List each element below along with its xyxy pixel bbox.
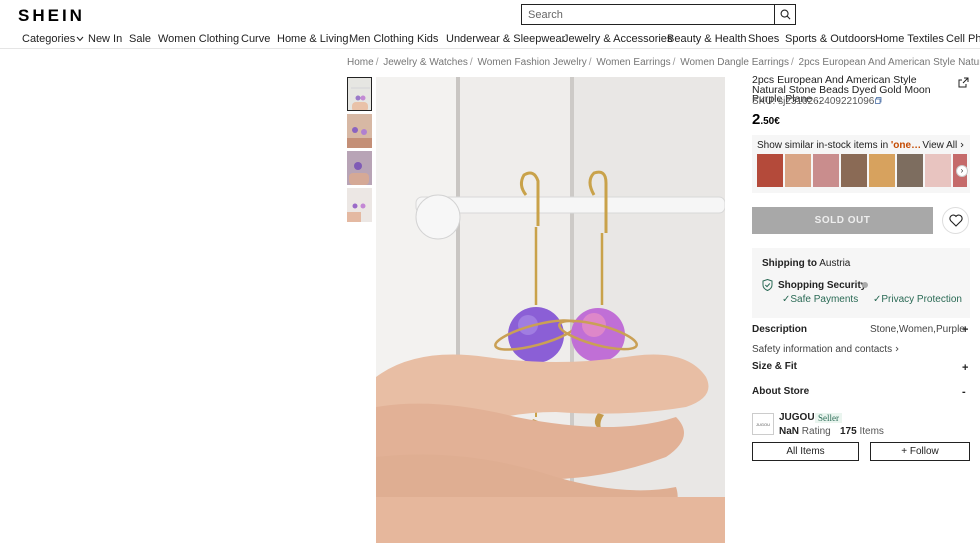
nav-item-curve[interactable]: Curve: [241, 33, 270, 45]
nav-item-sale[interactable]: Sale: [129, 33, 151, 45]
breadcrumb-item[interactable]: Women Fashion Jewelry: [477, 57, 586, 68]
sold-out-button[interactable]: SOLD OUT: [752, 207, 933, 234]
nav-item-cell-phone[interactable]: Cell Pho: [946, 33, 980, 45]
product-price: 2.50€: [752, 111, 780, 128]
similar-items-panel: Show similar in-stock items in 'one… Vie…: [752, 135, 970, 193]
shipping-panel: Shipping to Austria Shopping Security ✓S…: [752, 248, 970, 318]
product-thumbnail[interactable]: [347, 114, 372, 148]
product-main-image[interactable]: [376, 77, 725, 543]
chevron-right-icon[interactable]: ›: [956, 165, 968, 177]
similar-item-thumbnail[interactable]: [869, 154, 895, 187]
nav-item-new-in[interactable]: New In: [88, 33, 122, 45]
wishlist-button[interactable]: [942, 207, 969, 234]
follow-store-button[interactable]: + Follow: [870, 442, 970, 461]
heart-icon: [948, 214, 963, 227]
description-value: Stone,Women,Purple: [870, 324, 965, 335]
search-bar[interactable]: [521, 4, 796, 25]
share-icon[interactable]: [958, 77, 969, 88]
breadcrumb-item[interactable]: Women Earrings: [596, 57, 670, 68]
breadcrumb-item[interactable]: Home: [347, 57, 374, 68]
similar-items-title: Show similar in-stock items in 'one…: [757, 140, 922, 151]
info-icon[interactable]: [862, 282, 868, 288]
security-item: ✓Privacy Protection: [872, 294, 962, 305]
shipping-destination[interactable]: Shipping to Austria: [762, 258, 850, 269]
nav-item-home-living[interactable]: Home & Living: [277, 33, 349, 45]
security-features: ✓Safe Payments ✓Privacy Protection: [782, 294, 974, 305]
chevron-down-icon: [76, 36, 84, 42]
security-item: ✓Safe Payments: [782, 294, 859, 305]
product-thumbnail[interactable]: [347, 151, 372, 185]
nav-item-home-textiles[interactable]: Home Textiles: [875, 33, 944, 45]
similar-item-thumbnail[interactable]: [785, 154, 811, 187]
search-input[interactable]: [522, 5, 774, 24]
similar-item-thumbnail[interactable]: [813, 154, 839, 187]
expand-icon[interactable]: +: [962, 324, 968, 336]
breadcrumb-item[interactable]: Women Dangle Earrings: [680, 57, 789, 68]
nav-item-underwear-sleepwear[interactable]: Underwear & Sleepwear: [446, 33, 565, 45]
nav-item-jewelry-accessories[interactable]: Jewelry & Accessories: [563, 33, 672, 45]
about-store-label[interactable]: About Store: [752, 386, 809, 397]
store-logo[interactable]: JUGOU: [752, 413, 774, 435]
nav-item-kids[interactable]: Kids: [417, 33, 438, 45]
safety-info-link[interactable]: Safety information and contacts: [752, 344, 899, 355]
search-icon: [780, 9, 790, 20]
chevron-right-icon: [960, 142, 964, 148]
breadcrumb: Home / Jewelry & Watches / Women Fashion J…: [347, 57, 980, 68]
nav-item-sports-outdoors[interactable]: Sports & Outdoors: [785, 33, 876, 45]
store-name[interactable]: JUGOU: [779, 412, 815, 423]
nav-item-men-clothing[interactable]: Men Clothing: [349, 33, 414, 45]
shein-logo[interactable]: SHEIN: [18, 6, 85, 26]
shopping-security-title: Shopping Security: [778, 280, 867, 291]
shield-icon: [762, 279, 773, 291]
breadcrumb-current: 2pcs European And American Style Natural…: [798, 57, 980, 68]
top-nav: Categories New In Sale Women Clothing Cu…: [0, 30, 980, 50]
product-sku: SKU: sj2310262409221096: [752, 96, 882, 107]
product-thumbnail[interactable]: [347, 77, 372, 111]
copy-icon[interactable]: [875, 97, 882, 104]
description-label[interactable]: Description: [752, 324, 807, 335]
search-button[interactable]: [774, 5, 795, 24]
collapse-icon[interactable]: -: [962, 386, 966, 398]
store-items-count: 175 Items: [840, 426, 884, 437]
all-items-button[interactable]: All Items: [752, 442, 859, 461]
similar-item-thumbnail[interactable]: [757, 154, 783, 187]
store-rating: NaN Rating: [779, 426, 831, 437]
expand-icon[interactable]: +: [962, 362, 968, 374]
similar-item-thumbnail[interactable]: [897, 154, 923, 187]
chevron-right-icon: [895, 346, 899, 352]
breadcrumb-item[interactable]: Jewelry & Watches: [383, 57, 468, 68]
view-all-link[interactable]: View All: [922, 140, 964, 151]
similar-item-thumbnail[interactable]: [841, 154, 867, 187]
nav-item-shoes[interactable]: Shoes: [748, 33, 779, 45]
nav-item-women-clothing[interactable]: Women Clothing: [158, 33, 239, 45]
product-thumbnail[interactable]: [347, 188, 372, 222]
seller-badge: Seller: [815, 413, 842, 423]
nav-item-categories[interactable]: Categories: [22, 33, 84, 45]
header-divider: [0, 48, 980, 49]
similar-item-thumbnail[interactable]: [925, 154, 951, 187]
size-fit-label[interactable]: Size & Fit: [752, 361, 797, 372]
nav-item-beauty-health[interactable]: Beauty & Health: [667, 33, 747, 45]
